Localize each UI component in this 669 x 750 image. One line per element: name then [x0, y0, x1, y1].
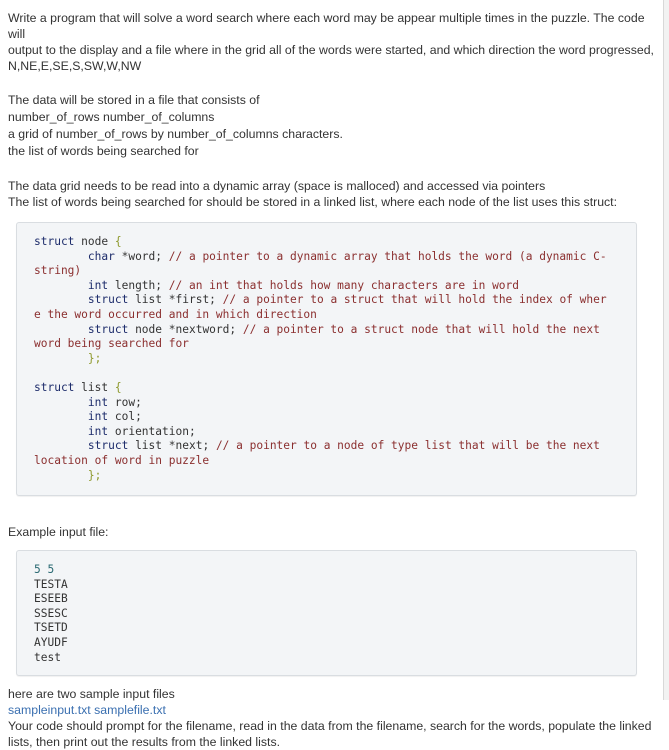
code-token: struct — [34, 380, 75, 394]
code-line: }; — [34, 352, 101, 365]
code-token: int — [87, 424, 109, 438]
grid-row: ESEEB — [34, 592, 68, 606]
code-token: struct — [87, 322, 129, 336]
code-token: // a pointer to a struct that will hold … — [222, 293, 607, 307]
code-line: struct list { — [34, 381, 122, 394]
code-token: node — [81, 235, 109, 248]
data-description-line: the list of words being searched for — [8, 144, 199, 158]
code-line: }; — [34, 469, 101, 482]
code-token: *next; — [168, 439, 210, 453]
code-token: int — [87, 278, 109, 292]
grid-row: TSETD — [34, 621, 68, 635]
grid-row: AYUDF — [34, 636, 68, 650]
code-wrap-line: e the word occurred and in which directi… — [34, 307, 317, 321]
code-token: struct — [87, 439, 129, 453]
code-line: struct node *nextword; // a pointer to a… — [34, 323, 600, 336]
code-token: // a pointer to a struct node that will … — [242, 322, 600, 336]
code-token: *first; — [168, 293, 216, 307]
intro-line: N,NE,E,SE,S,SW,W,NW — [8, 59, 142, 73]
grid-row: TESTA — [34, 577, 68, 591]
code-token: { — [114, 235, 122, 248]
code-token: list — [135, 293, 163, 307]
data-description-line: a grid of number_of_rows by number_of_co… — [8, 127, 343, 141]
requirements: The data grid needs to be read into a dy… — [8, 178, 658, 210]
code-wrap-line: word being searched for — [34, 337, 189, 351]
code-wrap-line: string) — [34, 264, 82, 278]
code-line: int col; — [34, 410, 142, 423]
code-wrap-line: location of word in puzzle — [34, 453, 210, 467]
data-description-line: The data will be stored in a file that c… — [8, 93, 260, 107]
code-token: // a pointer to a node of type list that… — [215, 439, 600, 453]
code-token: }; — [87, 351, 102, 365]
code-token: int — [87, 410, 109, 424]
requirement-line: The list of words being searched for sho… — [8, 195, 618, 209]
requirement-line: The data grid needs to be read into a dy… — [8, 179, 546, 193]
page-scrollbar[interactable] — [663, 0, 669, 700]
code-token: { — [114, 380, 122, 394]
code-token: orientation; — [114, 424, 196, 438]
grid-row: SSESC — [34, 606, 68, 620]
grid-dimensions: 5 5 — [34, 563, 55, 577]
question-body: Write a program that will solve a word s… — [8, 0, 658, 750]
code-line: struct list *next; // a pointer to a nod… — [34, 439, 600, 452]
sample-links: sampleinput.txt samplefile.txt — [8, 702, 658, 718]
struct-code-block: struct node { char *word; // a pointer t… — [16, 222, 637, 497]
intro-line: Write a program that will solve a word s… — [8, 11, 645, 41]
code-token: length; — [114, 278, 163, 292]
code-token: col; — [114, 410, 142, 424]
example-input-block: 5 5 TESTA ESEEB SSESC TSETD AYUDF test — [16, 550, 637, 677]
intro-paragraph: Write a program that will solve a word s… — [8, 10, 658, 74]
code-line: int length; // an int that holds how man… — [34, 279, 519, 292]
data-description-line: number_of_rows number_of_columns — [8, 110, 215, 124]
code-token: node — [135, 322, 163, 336]
code-token: char — [87, 249, 115, 263]
code-token: // an int that holds how many characters… — [168, 278, 520, 292]
closing-line: lists, then print out the results from t… — [8, 735, 281, 750]
sample-link-sampleinput[interactable]: sampleinput.txt — [8, 703, 91, 717]
intro-line: output to the display and a file where i… — [8, 43, 654, 57]
code-token: *word; — [121, 249, 163, 263]
code-token: }; — [87, 468, 102, 482]
code-line: int orientation; — [34, 425, 196, 438]
code-token: list — [135, 439, 163, 453]
code-line: struct node { — [34, 235, 122, 248]
example-label: Example input file: — [8, 525, 109, 540]
code-token: struct — [87, 293, 129, 307]
code-token: // a pointer to a dynamic array that hol… — [168, 249, 607, 263]
code-token: *nextword; — [168, 322, 237, 336]
closing-line: Your code should prompt for the filename… — [8, 719, 652, 734]
code-line: char *word; // a pointer to a dynamic ar… — [34, 250, 607, 263]
code-token: row; — [114, 395, 142, 409]
search-word: test — [34, 650, 61, 664]
code-token: struct — [34, 235, 75, 248]
code-token: int — [87, 395, 109, 409]
code-token: list — [81, 380, 109, 394]
data-description: The data will be stored in a file that c… — [8, 92, 658, 160]
sample-link-samplefile[interactable]: samplefile.txt — [94, 703, 166, 717]
code-line: int row; — [34, 396, 142, 409]
code-line: struct list *first; // a pointer to a st… — [34, 293, 607, 306]
